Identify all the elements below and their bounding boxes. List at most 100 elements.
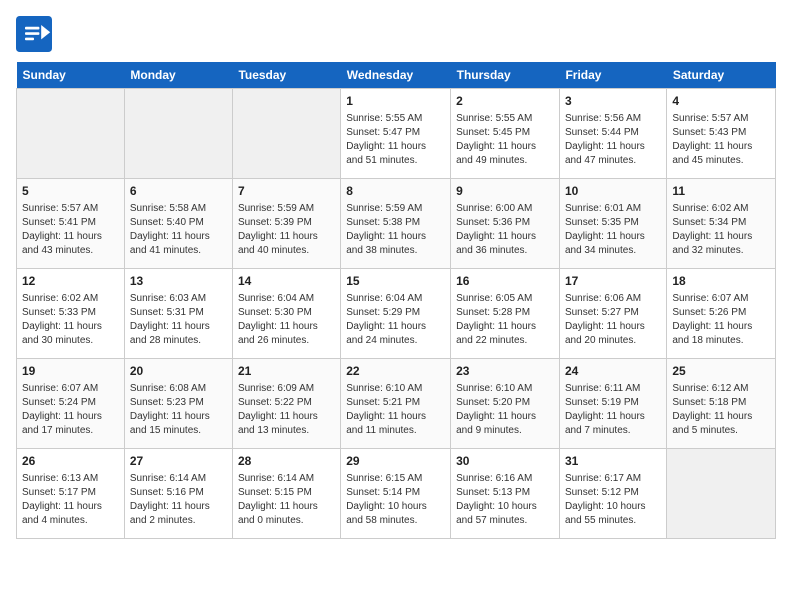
day-number: 18 [672,273,770,290]
day-number: 9 [456,183,554,200]
weekday-header-sunday: Sunday [17,62,125,89]
day-cell: 5 Sunrise: 5:57 AM Sunset: 5:41 PM Daylig… [17,179,125,269]
day-number: 5 [22,183,119,200]
day-number: 22 [346,363,445,380]
weekday-header-saturday: Saturday [667,62,776,89]
day-number: 24 [565,363,661,380]
day-cell [667,449,776,539]
day-cell: 14 Sunrise: 6:04 AM Sunset: 5:30 PM Dayli… [232,269,340,359]
day-cell: 10 Sunrise: 6:01 AM Sunset: 5:35 PM Dayli… [559,179,666,269]
day-number: 25 [672,363,770,380]
day-number: 2 [456,93,554,110]
day-info: Sunrise: 6:11 AM Sunset: 5:19 PM Dayligh… [565,382,661,438]
day-cell: 18Sunrise: 6:07 AM Sunset: 5:26 PM Dayli… [667,269,776,359]
day-number: 14 [238,273,335,290]
day-cell [17,89,125,179]
day-info: Sunrise: 6:03 AM Sunset: 5:31 PM Dayligh… [130,292,227,348]
day-number: 17 [565,273,661,290]
day-info: Sunrise: 6:07 AM Sunset: 5:24 PM Dayligh… [22,382,119,438]
day-cell: 7 Sunrise: 5:59 AM Sunset: 5:39 PM Daylig… [232,179,340,269]
day-number: 21 [238,363,335,380]
day-number: 8 [346,183,445,200]
day-info: Sunrise: 6:04 AM Sunset: 5:30 PM Dayligh… [238,292,335,348]
day-number: 31 [565,453,661,470]
day-number: 28 [238,453,335,470]
day-info: Sunrise: 6:13 AM Sunset: 5:17 PM Dayligh… [22,472,119,528]
day-number: 15 [346,273,445,290]
day-number: 29 [346,453,445,470]
day-info: Sunrise: 6:05 AM Sunset: 5:28 PM Dayligh… [456,292,554,348]
day-info: Sunrise: 6:15 AM Sunset: 5:14 PM Dayligh… [346,472,445,528]
day-cell: 12 Sunrise: 6:02 AM Sunset: 5:33 PM Dayli… [17,269,125,359]
day-number: 23 [456,363,554,380]
day-number: 1 [346,93,445,110]
day-info: Sunrise: 5:59 AM Sunset: 5:39 PM Dayligh… [238,202,335,258]
weekday-header-friday: Friday [559,62,666,89]
day-number: 3 [565,93,661,110]
header [16,16,776,52]
day-info: Sunrise: 6:09 AM Sunset: 5:22 PM Dayligh… [238,382,335,438]
day-cell: 1 Sunrise: 5:55 AM Sunset: 5:47 PM Daylig… [341,89,451,179]
day-cell [124,89,232,179]
weekday-header-monday: Monday [124,62,232,89]
day-cell: 25 Sunrise: 6:12 AM Sunset: 5:18 PM Dayli… [667,359,776,449]
day-info: Sunrise: 6:14 AM Sunset: 5:16 PM Dayligh… [130,472,227,528]
day-info: Sunrise: 6:01 AM Sunset: 5:35 PM Dayligh… [565,202,661,258]
day-cell: 4 Sunrise: 5:57 AM Sunset: 5:43 PM Daylig… [667,89,776,179]
week-row-4: 19 Sunrise: 6:07 AM Sunset: 5:24 PM Dayli… [17,359,776,449]
day-info: Sunrise: 6:14 AM Sunset: 5:15 PM Dayligh… [238,472,335,528]
day-cell: 28 Sunrise: 6:14 AM Sunset: 5:15 PM Dayli… [232,449,340,539]
day-info: Sunrise: 5:58 AM Sunset: 5:40 PM Dayligh… [130,202,227,258]
day-cell: 31 Sunrise: 6:17 AM Sunset: 5:12 PM Dayli… [559,449,666,539]
day-number: 6 [130,183,227,200]
day-number: 12 [22,273,119,290]
day-cell: 13 Sunrise: 6:03 AM Sunset: 5:31 PM Dayli… [124,269,232,359]
day-number: 27 [130,453,227,470]
day-number: 26 [22,453,119,470]
day-cell: 30 Sunrise: 6:16 AM Sunset: 5:13 PM Dayli… [451,449,560,539]
weekday-header-thursday: Thursday [451,62,560,89]
day-number: 30 [456,453,554,470]
day-cell: 20Sunrise: 6:08 AM Sunset: 5:23 PM Dayli… [124,359,232,449]
day-info: Sunrise: 6:02 AM Sunset: 5:34 PM Dayligh… [672,202,770,258]
day-number: 7 [238,183,335,200]
day-info: Sunrise: 6:06 AM Sunset: 5:27 PM Dayligh… [565,292,661,348]
day-info: Sunrise: 6:10 AM Sunset: 5:20 PM Dayligh… [456,382,554,438]
day-info: Sunrise: 6:04 AM Sunset: 5:29 PM Dayligh… [346,292,445,348]
day-info: Sunrise: 5:57 AM Sunset: 5:43 PM Dayligh… [672,112,770,168]
day-info: Sunrise: 5:55 AM Sunset: 5:47 PM Dayligh… [346,112,445,168]
day-number: 4 [672,93,770,110]
day-cell: 21 Sunrise: 6:09 AM Sunset: 5:22 PM Dayli… [232,359,340,449]
logo [16,16,56,52]
day-cell [232,89,340,179]
day-number: 20 [130,363,227,380]
week-row-3: 12 Sunrise: 6:02 AM Sunset: 5:33 PM Dayli… [17,269,776,359]
day-cell: 11 Sunrise: 6:02 AM Sunset: 5:34 PM Dayli… [667,179,776,269]
day-cell: 22 Sunrise: 6:10 AM Sunset: 5:21 PM Dayli… [341,359,451,449]
day-number: 10 [565,183,661,200]
day-number: 11 [672,183,770,200]
week-row-2: 5 Sunrise: 5:57 AM Sunset: 5:41 PM Daylig… [17,179,776,269]
day-info: Sunrise: 6:17 AM Sunset: 5:12 PM Dayligh… [565,472,661,528]
day-info: Sunrise: 6:00 AM Sunset: 5:36 PM Dayligh… [456,202,554,258]
day-cell: 23 Sunrise: 6:10 AM Sunset: 5:20 PM Dayli… [451,359,560,449]
header-row: SundayMondayTuesdayWednesdayThursdayFrid… [17,62,776,89]
day-cell: 15 Sunrise: 6:04 AM Sunset: 5:29 PM Dayli… [341,269,451,359]
day-cell: 17 Sunrise: 6:06 AM Sunset: 5:27 PM Dayli… [559,269,666,359]
day-number: 16 [456,273,554,290]
day-info: Sunrise: 6:10 AM Sunset: 5:21 PM Dayligh… [346,382,445,438]
day-info: Sunrise: 5:56 AM Sunset: 5:44 PM Dayligh… [565,112,661,168]
day-info: Sunrise: 6:12 AM Sunset: 5:18 PM Dayligh… [672,382,770,438]
day-number: 13 [130,273,227,290]
day-cell: 29 Sunrise: 6:15 AM Sunset: 5:14 PM Dayli… [341,449,451,539]
day-cell: 24 Sunrise: 6:11 AM Sunset: 5:19 PM Dayli… [559,359,666,449]
day-number: 19 [22,363,119,380]
day-info: Sunrise: 6:02 AM Sunset: 5:33 PM Dayligh… [22,292,119,348]
day-cell: 8Sunrise: 5:59 AM Sunset: 5:38 PM Daylig… [341,179,451,269]
day-cell: 26 Sunrise: 6:13 AM Sunset: 5:17 PM Dayli… [17,449,125,539]
day-info: Sunrise: 6:16 AM Sunset: 5:13 PM Dayligh… [456,472,554,528]
week-row-1: 1 Sunrise: 5:55 AM Sunset: 5:47 PM Daylig… [17,89,776,179]
day-info: Sunrise: 5:57 AM Sunset: 5:41 PM Dayligh… [22,202,119,258]
weekday-header-wednesday: Wednesday [341,62,451,89]
day-cell: 6 Sunrise: 5:58 AM Sunset: 5:40 PM Daylig… [124,179,232,269]
